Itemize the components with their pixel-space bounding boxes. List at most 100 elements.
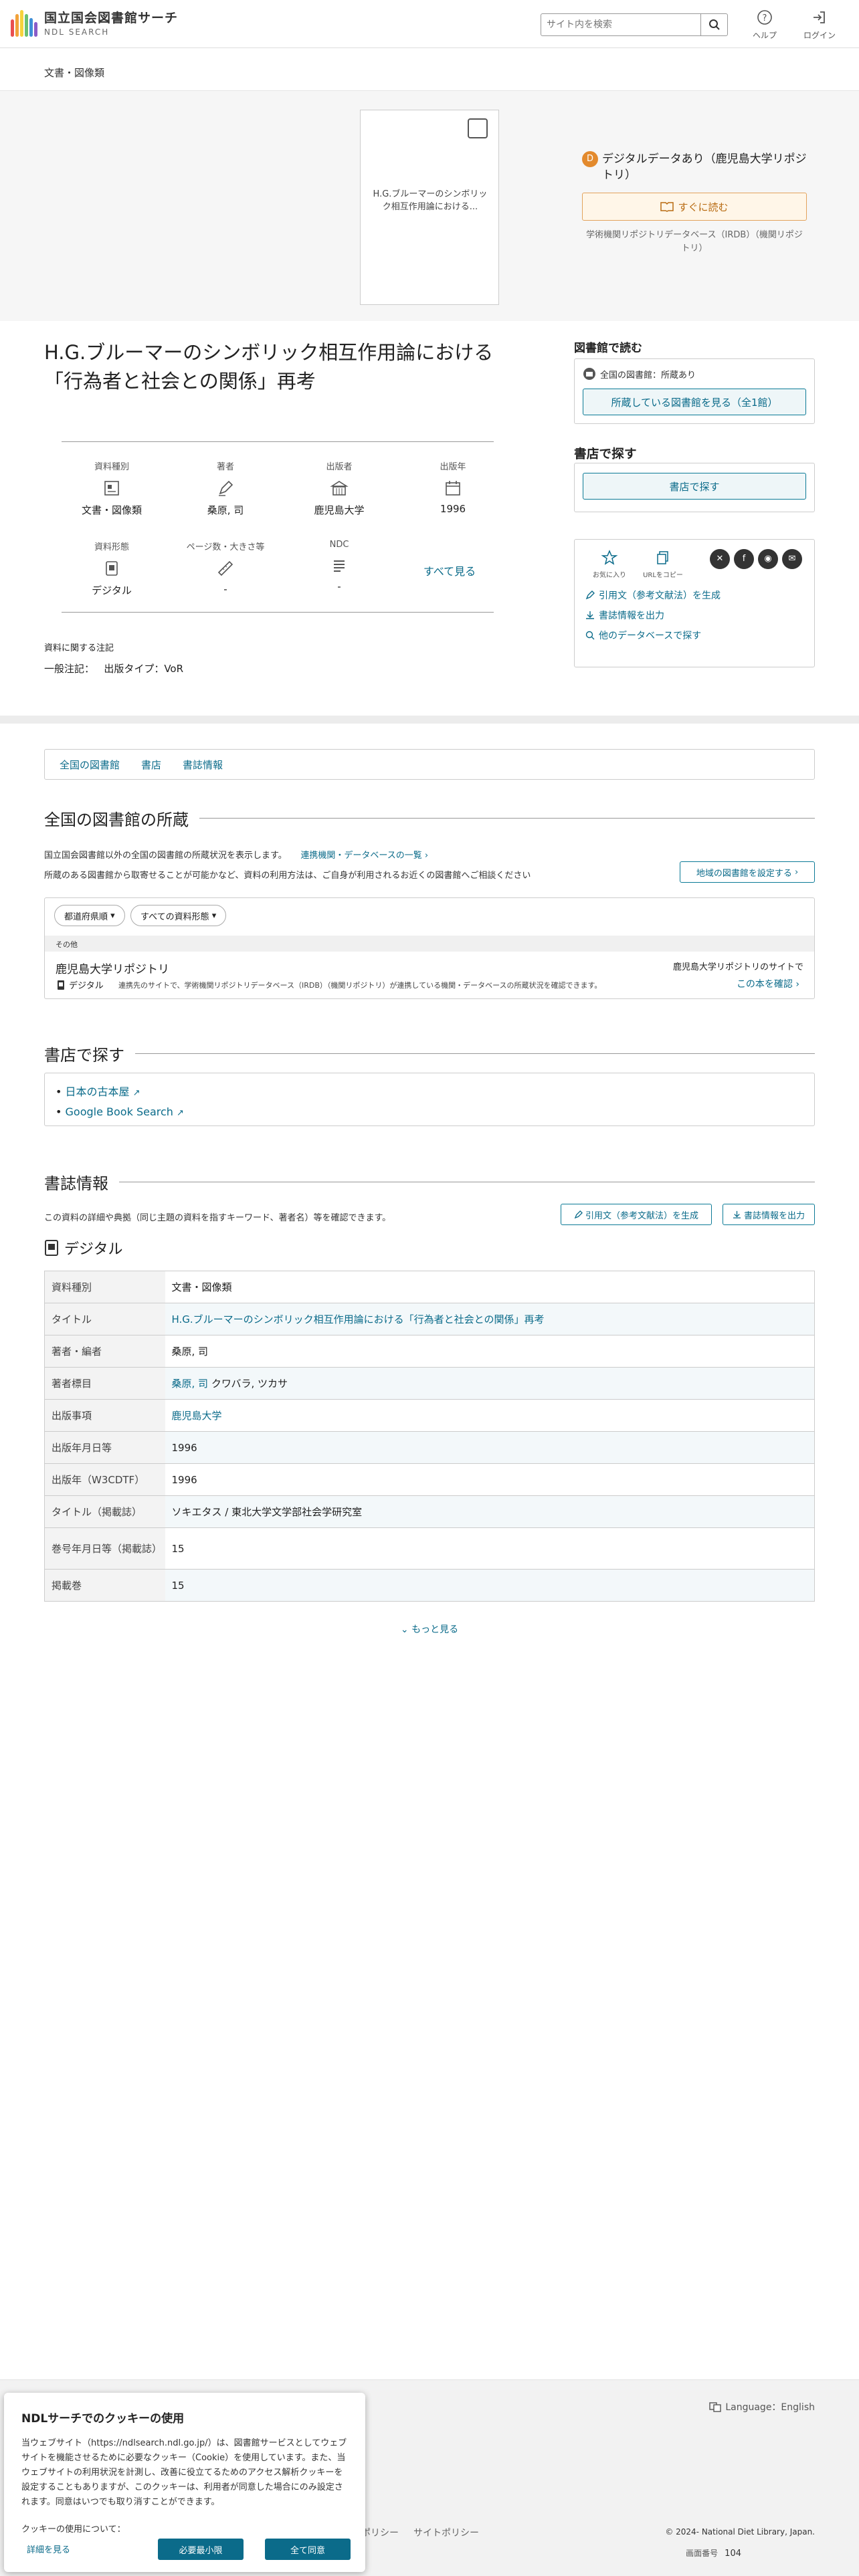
show-more-button[interactable]: ⌄ もっと見る: [0, 1622, 859, 1636]
bib-format-heading: デジタル: [44, 1237, 123, 1259]
material-type-select[interactable]: すべての資料形態 ▾: [130, 905, 227, 926]
cookie-title: NDLサーチでのクッキーの使用: [21, 2412, 185, 2426]
shop-card: 書店で探す: [574, 463, 815, 512]
view-libraries-button[interactable]: 所蔵している図書館を見る（全1館）: [583, 389, 806, 415]
search-icon: [708, 19, 720, 30]
favorite-button[interactable]: お気に入り: [583, 549, 636, 579]
mail-share-icon[interactable]: ✉: [782, 549, 802, 569]
meta-value: 鹿児島大学: [314, 504, 365, 516]
other-db-link[interactable]: 他のデータベースで探す: [575, 622, 814, 642]
cite-icon: [585, 591, 595, 600]
book-open-icon: [660, 202, 674, 212]
search-button[interactable]: [700, 14, 727, 35]
shop-heading: 書店で探す: [574, 447, 637, 461]
prefecture-sort-select[interactable]: 都道府県順 ▾: [54, 905, 125, 926]
cookie-body: 当ウェブサイト（https://ndlsearch.ndl.go.jp/）は、図…: [21, 2438, 347, 2507]
pen-icon: [219, 480, 233, 496]
bib-value: 1996: [165, 1463, 815, 1496]
meta-value: -: [337, 580, 341, 593]
facebook-share-icon[interactable]: f: [734, 549, 754, 569]
language-label: Language：English: [725, 2402, 815, 2413]
bib-value: 1996: [165, 1431, 815, 1464]
holdings-heading: 全国の図書館の所蔵: [44, 807, 815, 830]
ruler-icon: [217, 560, 233, 576]
thumbnail[interactable]: H.G.ブルーマーのシンボリック相互作用論における...: [360, 110, 499, 305]
table-row: タイトル H.G.ブルーマーのシンボリック相互作用論における「行為者と社会との関係…: [44, 1303, 815, 1335]
help-link[interactable]: ? ヘルプ: [741, 9, 788, 41]
bib-title-link[interactable]: H.G.ブルーマーのシンボリック相互作用論における「行為者と社会との関係」再考: [172, 1313, 545, 1325]
bib-value: 15: [165, 1569, 815, 1602]
logo-mark-icon: [11, 9, 39, 37]
language-switch[interactable]: Language：English: [709, 2400, 815, 2413]
cookie-minimal-button[interactable]: 必要最小限: [158, 2539, 244, 2560]
group-header: その他: [45, 936, 814, 952]
footer-link-site-policy[interactable]: サイトポリシー: [413, 2526, 479, 2539]
set-region-button[interactable]: 地域の図書館を設定する ›: [680, 861, 815, 883]
copy-icon: [657, 551, 668, 564]
download-icon: [733, 1210, 741, 1218]
site-logo[interactable]: 国立国会図書館サーチ NDL SEARCH: [11, 8, 178, 37]
shop-link-kosho[interactable]: 日本の古本屋: [66, 1085, 130, 1098]
read-now-button[interactable]: すぐに読む: [582, 193, 807, 221]
bib-key: 著者・編者: [44, 1335, 165, 1368]
cookie-details-link[interactable]: 詳細を見る: [27, 2543, 70, 2555]
cookie-accept-button[interactable]: 全て同意: [265, 2539, 351, 2560]
logo-title: 国立国会図書館サーチ: [44, 11, 179, 25]
tab-bibliography[interactable]: 書誌情報: [183, 758, 223, 772]
holdings-desc-text: 国立国会図書館以外の全国の図書館の所蔵状況を表示します。: [44, 851, 287, 861]
breadcrumb-item: 文書・図像類: [44, 67, 105, 79]
notes-heading: 資料に関する注記: [44, 643, 114, 653]
footer-link-policy[interactable]: ポリシー: [361, 2526, 399, 2539]
bib-key: タイトル: [44, 1303, 165, 1335]
bib-cite-button[interactable]: 引用文（参考文献法）を生成: [561, 1204, 712, 1225]
language-icon: [709, 2402, 722, 2412]
line-share-icon[interactable]: ◉: [758, 549, 778, 569]
shops-heading-text: 書店で探す: [44, 1046, 124, 1065]
favorite-label: お気に入り: [593, 572, 626, 579]
tab-libraries[interactable]: 全国の図書館: [60, 758, 120, 772]
shops-box: • 日本の古本屋 ↗ • Google Book Search ↗: [44, 1073, 815, 1126]
shop-search-button[interactable]: 書店で探す: [583, 473, 806, 500]
table-row: タイトル（掲載誌） ソキエタス / 東北大学文学部社会学研究室: [44, 1495, 815, 1528]
export-link[interactable]: 書誌情報を出力: [575, 602, 814, 622]
screen-number-label: 画面番号: [686, 2549, 719, 2558]
breadcrumb: 文書・図像類: [0, 48, 859, 91]
meta-label: 出版年: [440, 462, 466, 472]
see-all-link[interactable]: すべて見る: [409, 562, 490, 578]
check-book-label: この本を確認: [736, 979, 793, 990]
bib-key: 掲載巻: [44, 1569, 165, 1602]
meta-value: 文書・図像類: [81, 504, 142, 516]
author-heading-link[interactable]: 桑原, 司: [172, 1378, 209, 1390]
screen-number-value: 104: [725, 2549, 741, 2559]
check-book-link[interactable]: この本を確認 ›: [737, 977, 799, 990]
publisher-link[interactable]: 鹿児島大学: [172, 1410, 222, 1422]
search-input[interactable]: [541, 14, 700, 35]
library-site-note: 鹿児島大学リポジトリのサイトで: [672, 962, 803, 972]
meta-label: NDC: [329, 540, 349, 550]
other-db-label: 他のデータベースで探す: [599, 631, 702, 641]
table-row: 出版年月日等 1996: [44, 1431, 815, 1464]
x-share-icon[interactable]: ✕: [710, 549, 730, 569]
calendar-icon: [446, 481, 460, 496]
tab-shops[interactable]: 書店: [141, 758, 161, 772]
bib-cite-label: 引用文（参考文献法）を生成: [585, 1210, 698, 1221]
meta-item: 資料形態 デジタル: [62, 540, 162, 597]
cite-link[interactable]: 引用文（参考文献法）を生成: [575, 579, 814, 602]
login-icon: [814, 11, 825, 23]
shop-link-google[interactable]: Google Book Search: [66, 1105, 173, 1118]
digital-icon: [45, 1240, 58, 1256]
document-type-icon: [104, 481, 119, 496]
login-link[interactable]: ログイン: [796, 9, 843, 41]
page-title: H.G.ブルーマーのシンボリック相互作用論における「行為者と社会との関係」再考: [44, 341, 494, 393]
partner-list-link[interactable]: 連携機関・データベースの一覧: [300, 851, 421, 861]
bib-format-label: デジタル: [64, 1241, 123, 1258]
copy-url-label: URLをコピー: [643, 572, 683, 579]
bib-heading: 書誌情報: [44, 1170, 815, 1194]
copyright: © 2024- National Diet Library, Japan.: [665, 2527, 815, 2537]
chevron-down-icon: ⌄: [400, 1624, 412, 1635]
copy-url-button[interactable]: URLをコピー: [636, 549, 690, 579]
bib-export-button[interactable]: 書誌情報を出力: [723, 1204, 815, 1225]
meta-value: 桑原, 司: [207, 504, 244, 516]
cookie-banner: NDLサーチでのクッキーの使用 当ウェブサイト（https://ndlsearc…: [4, 2393, 365, 2572]
svg-text:?: ?: [763, 13, 767, 23]
